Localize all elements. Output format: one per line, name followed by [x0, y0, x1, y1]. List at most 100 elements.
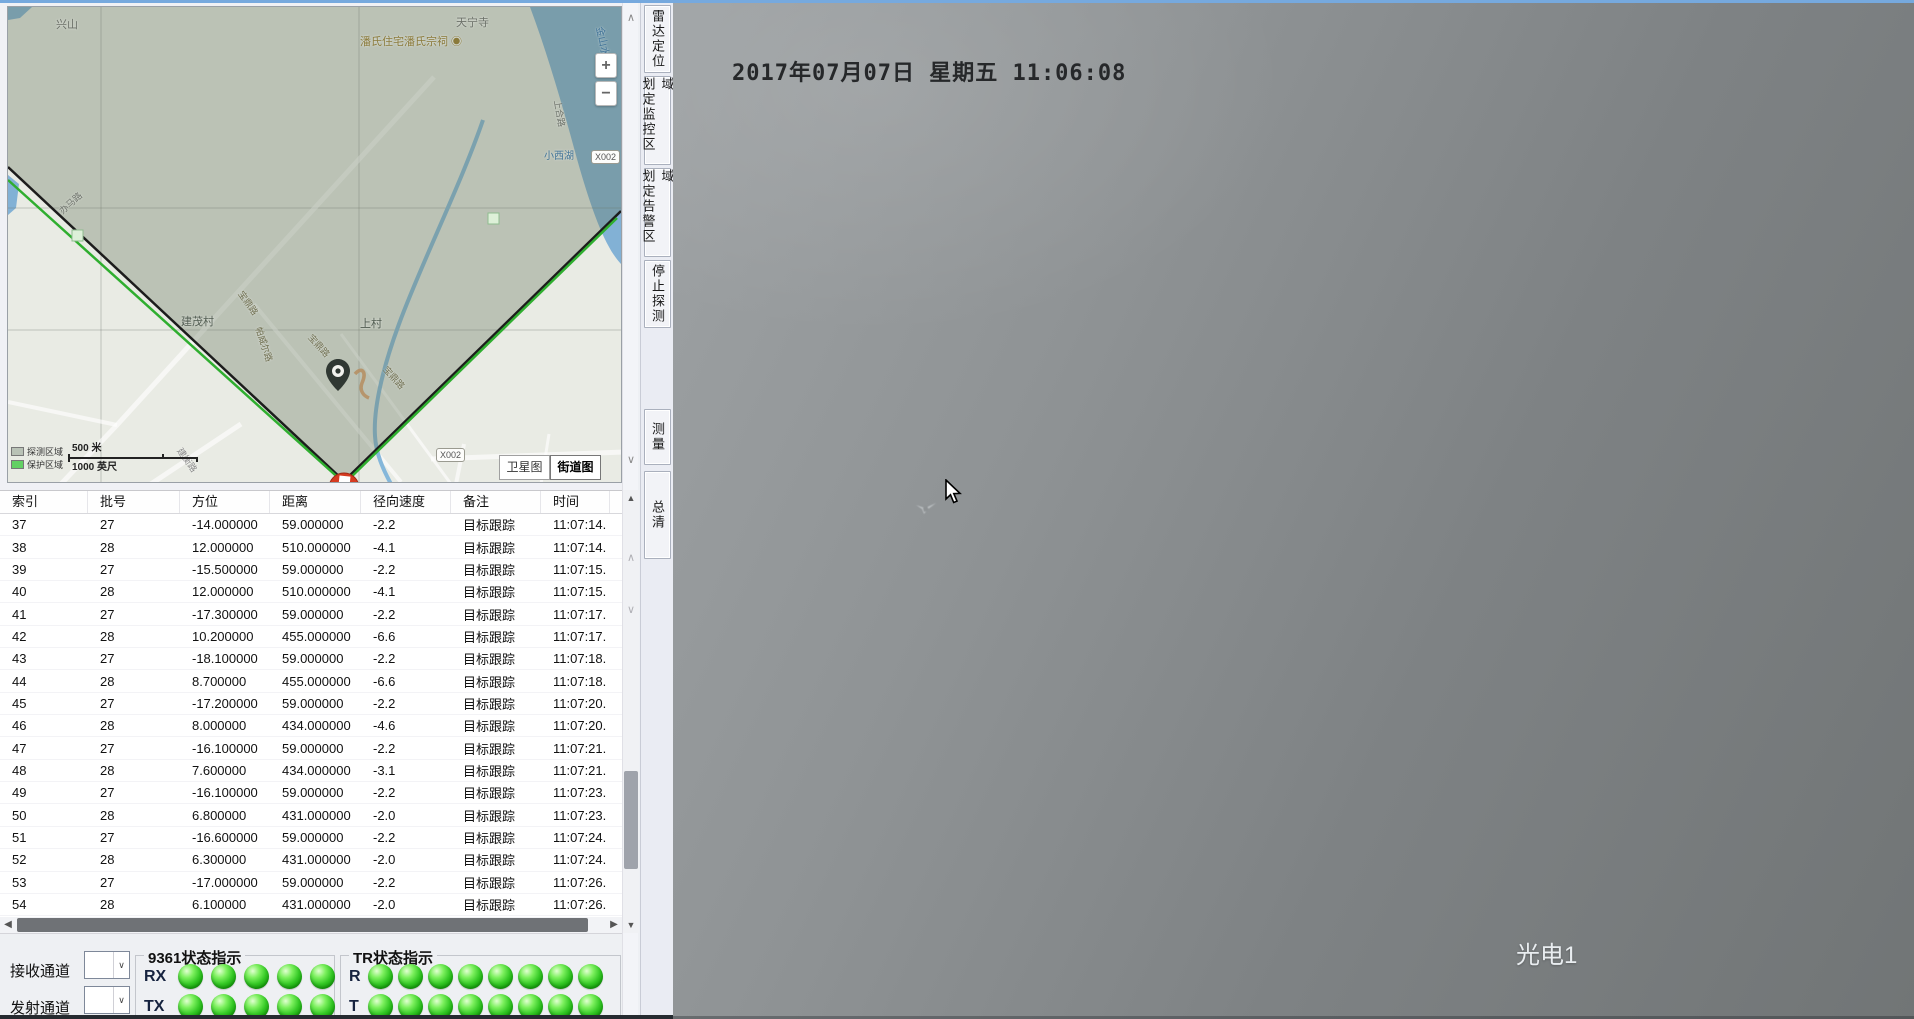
hscroll-left-arrow[interactable]: ◀ — [0, 917, 16, 933]
map-layer-button-active[interactable]: 街道图 — [550, 455, 601, 480]
vscroll-down-arrow[interactable]: ▼ — [623, 917, 639, 933]
region-handle[interactable] — [72, 230, 83, 241]
table-row[interactable]: 4327-18.10000059.000000-2.2目标跟踪11:07:18. — [0, 648, 622, 670]
table-row[interactable]: 4127-17.30000059.000000-2.2目标跟踪11:07:17. — [0, 603, 622, 625]
table-cell: 59.000000 — [270, 562, 361, 577]
table-row[interactable]: 382812.000000510.000000-4.1目标跟踪11:07:14. — [0, 536, 622, 558]
vscroll-up-arrow[interactable]: ▲ — [623, 490, 639, 506]
table-cell: 49 — [0, 785, 88, 800]
zoom-in-button[interactable]: + — [595, 53, 617, 78]
region-handle[interactable] — [488, 213, 499, 224]
led-row-label: T — [349, 998, 363, 1016]
channel-label: 接收通道 — [10, 960, 70, 981]
table-row[interactable]: 54286.100000431.000000-2.0目标跟踪11:07:26. — [0, 894, 622, 916]
table-row[interactable]: 4727-16.10000059.000000-2.2目标跟踪11:07:21. — [0, 737, 622, 759]
table-row[interactable]: 422810.200000455.000000-6.6目标跟踪11:07:17. — [0, 626, 622, 648]
table-cell: 42 — [0, 629, 88, 644]
column-header: 备注 — [451, 491, 541, 513]
table-cell: 50 — [0, 808, 88, 823]
table-row[interactable]: 4527-17.20000059.000000-2.2目标跟踪11:07:20. — [0, 693, 622, 715]
table-cell: 40 — [0, 584, 88, 599]
table-cell: 59.000000 — [270, 830, 361, 845]
pane-scroll-up-icon[interactable]: ∧ — [625, 551, 637, 564]
toolbar-button-6[interactable]: 总清 — [644, 471, 671, 559]
table-cell: 11:07:26. — [541, 897, 610, 912]
table-cell: 8.000000 — [180, 718, 270, 733]
table-cell: 59.000000 — [270, 517, 361, 532]
column-header: 距离 — [270, 491, 361, 513]
zoom-out-button[interactable]: − — [595, 81, 617, 106]
table-cell: -16.100000 — [180, 785, 270, 800]
table-cell: 11:07:23. — [541, 785, 610, 800]
hscroll-right-arrow[interactable]: ▶ — [606, 917, 622, 933]
table-cell: -15.500000 — [180, 562, 270, 577]
table-cell: 52 — [0, 852, 88, 867]
pane-scroll-down-icon[interactable]: ∨ — [625, 603, 637, 616]
table-cell: 54 — [0, 897, 88, 912]
table-cell: -2.2 — [361, 741, 451, 756]
table-cell: 28 — [88, 763, 180, 778]
track-table: 索引批号方位距离径向速度备注时间 3727-14.00000059.000000… — [0, 490, 622, 917]
table-cell: 目标跟踪 — [451, 694, 541, 713]
status-led-green — [244, 964, 269, 989]
table-cell: 27 — [88, 785, 180, 800]
status-led-green — [518, 964, 543, 989]
map-zoom-control: + − — [595, 53, 617, 109]
table-row[interactable]: 3727-14.00000059.000000-2.2目标跟踪11:07:14. — [0, 514, 622, 536]
table-cell: 37 — [0, 517, 88, 532]
legend-swatch — [11, 447, 24, 456]
table-row[interactable]: 52286.300000431.000000-2.0目标跟踪11:07:24. — [0, 849, 622, 871]
table-cell: 59.000000 — [270, 651, 361, 666]
map-layer-button-inactive[interactable]: 卫星图 — [499, 455, 550, 480]
map-layer-switch: 卫星图街道图 — [499, 455, 601, 480]
toolbar-button-2[interactable]: 划定监控区域 — [644, 76, 671, 165]
table-cell: 6.800000 — [180, 808, 270, 823]
table-cell: 12.000000 — [180, 584, 270, 599]
table-cell: 目标跟踪 — [451, 873, 541, 892]
table-cell: -2.2 — [361, 830, 451, 845]
toolbar-button-5[interactable]: 测量 — [644, 409, 671, 465]
transmit-channel-select[interactable]: ∨ — [84, 986, 130, 1014]
table-cell: 11:07:24. — [541, 852, 610, 867]
table-hscrollbar: ◀ ▶ — [0, 917, 622, 933]
table-row[interactable]: 4927-16.10000059.000000-2.2目标跟踪11:07:23. — [0, 782, 622, 804]
table-row[interactable]: 48287.600000434.000000-3.1目标跟踪11:07:21. — [0, 760, 622, 782]
table-cell: 11:07:14. — [541, 540, 610, 555]
scroll-strip: ∧ ∨ ▲ ▼ ∧ ∨ — [622, 3, 638, 1019]
led-row: R — [349, 964, 603, 989]
table-row[interactable]: 46288.000000434.000000-4.6目标跟踪11:07:20. — [0, 715, 622, 737]
toolbar-button-3[interactable]: 划定告警区域 — [644, 168, 671, 257]
table-cell: 27 — [88, 830, 180, 845]
toolbar-button-4[interactable]: 停止探测 — [644, 260, 671, 328]
table-cell: -6.6 — [361, 629, 451, 644]
table-cell: 目标跟踪 — [451, 672, 541, 691]
table-cell: 27 — [88, 562, 180, 577]
table-row[interactable]: 402812.000000510.000000-4.1目标跟踪11:07:15. — [0, 581, 622, 603]
hscroll-thumb[interactable] — [17, 918, 588, 932]
table-row[interactable]: 44288.700000455.000000-6.6目标跟踪11:07:18. — [0, 670, 622, 692]
video-feed[interactable]: 2017年07月07日 星期五 11:06:08 光电1 — [673, 3, 1914, 1019]
table-cell: 12.000000 — [180, 540, 270, 555]
table-cell: 27 — [88, 607, 180, 622]
map-scroll-down-icon[interactable]: ∨ — [625, 453, 637, 466]
table-cell: 47 — [0, 741, 88, 756]
table-cell: -4.1 — [361, 584, 451, 599]
map-scroll-up-icon[interactable]: ∧ — [625, 11, 637, 24]
table-cell: 11:07:20. — [541, 696, 610, 711]
table-row[interactable]: 5327-17.00000059.000000-2.2目标跟踪11:07:26. — [0, 872, 622, 894]
track-table-header: 索引批号方位距离径向速度备注时间 — [0, 491, 622, 514]
legend-item: 保护区域 — [11, 458, 63, 471]
vscroll-thumb[interactable] — [624, 771, 638, 869]
toolbar-button-1[interactable]: 雷达定位 — [644, 5, 671, 73]
table-row[interactable]: 50286.800000431.000000-2.0目标跟踪11:07:23. — [0, 804, 622, 826]
table-cell: 10.200000 — [180, 629, 270, 644]
table-row[interactable]: 3927-15.50000059.000000-2.2目标跟踪11:07:15. — [0, 559, 622, 581]
receive-channel-select[interactable]: ∨ — [84, 951, 130, 979]
table-cell: 目标跟踪 — [451, 828, 541, 847]
map-view[interactable]: 兴山天宁寺潘氏住宅潘氏宗祠 ◉小西湖金山水库上合路办马路建茂村上村宝鼎路宝鼎路宝… — [7, 6, 622, 483]
table-cell: 28 — [88, 718, 180, 733]
status-led-green — [310, 964, 335, 989]
app-window: 兴山天宁寺潘氏住宅潘氏宗祠 ◉小西湖金山水库上合路办马路建茂村上村宝鼎路宝鼎路宝… — [0, 0, 1914, 1019]
table-cell: 59.000000 — [270, 741, 361, 756]
table-row[interactable]: 5127-16.60000059.000000-2.2目标跟踪11:07:24. — [0, 827, 622, 849]
